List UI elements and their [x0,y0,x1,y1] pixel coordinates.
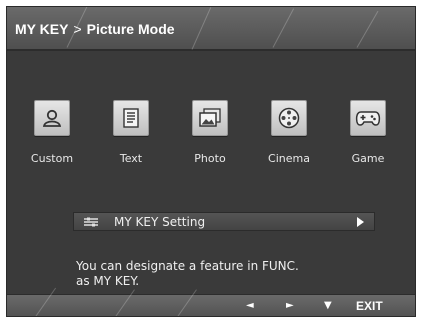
mode-photo-tile [192,100,228,136]
title-prefix: MY KEY [15,21,69,37]
mode-game-label: Game [351,152,385,165]
mode-text[interactable]: Text [101,100,161,165]
my-key-setting-label: MY KEY Setting [114,215,206,229]
down-button[interactable]: ▼ [324,300,332,311]
photo-icon [199,108,221,127]
mode-cinema[interactable]: Cinema [259,100,319,165]
header-bar: MY KEY > Picture Mode [7,7,415,51]
title-current: Picture Mode [86,21,175,37]
mode-cinema-label: Cinema [268,152,310,165]
mode-game[interactable]: Game [338,100,398,165]
arrow-right-icon [357,217,364,227]
mode-custom-label: Custom [30,152,74,165]
gamepad-icon [355,111,381,126]
page-title: MY KEY > Picture Mode [15,21,175,37]
film-reel-icon [278,107,300,129]
document-icon [123,108,139,128]
mode-custom[interactable]: Custom [22,100,82,165]
mode-text-label: Text [119,152,143,165]
exit-button[interactable]: EXIT [356,299,383,313]
right-button[interactable]: ► [286,300,294,311]
mode-photo[interactable]: Photo [180,100,240,165]
breadcrumb-separator: > [73,21,82,37]
mode-cinema-tile [271,100,307,136]
settings-lines-icon [84,217,98,227]
mode-game-tile [350,100,386,136]
left-button[interactable]: ◄ [246,300,254,311]
picture-mode-list: Custom Text Photo Cinema Game [7,100,415,180]
person-icon [42,109,62,127]
mode-photo-label: Photo [194,152,226,165]
mode-custom-tile [34,100,70,136]
description-line-1: You can designate a feature in FUNC. [76,259,299,273]
description-line-2: as MY KEY. [76,274,140,288]
osd-panel: MY KEY > Picture Mode Custom Text Photo … [6,6,416,317]
mode-text-tile [113,100,149,136]
description-text: You can designate a feature in FUNC. as … [76,259,376,289]
footer-bar: ◄ ► ▼ EXIT [7,287,415,316]
my-key-setting-item[interactable]: MY KEY Setting [73,212,375,231]
